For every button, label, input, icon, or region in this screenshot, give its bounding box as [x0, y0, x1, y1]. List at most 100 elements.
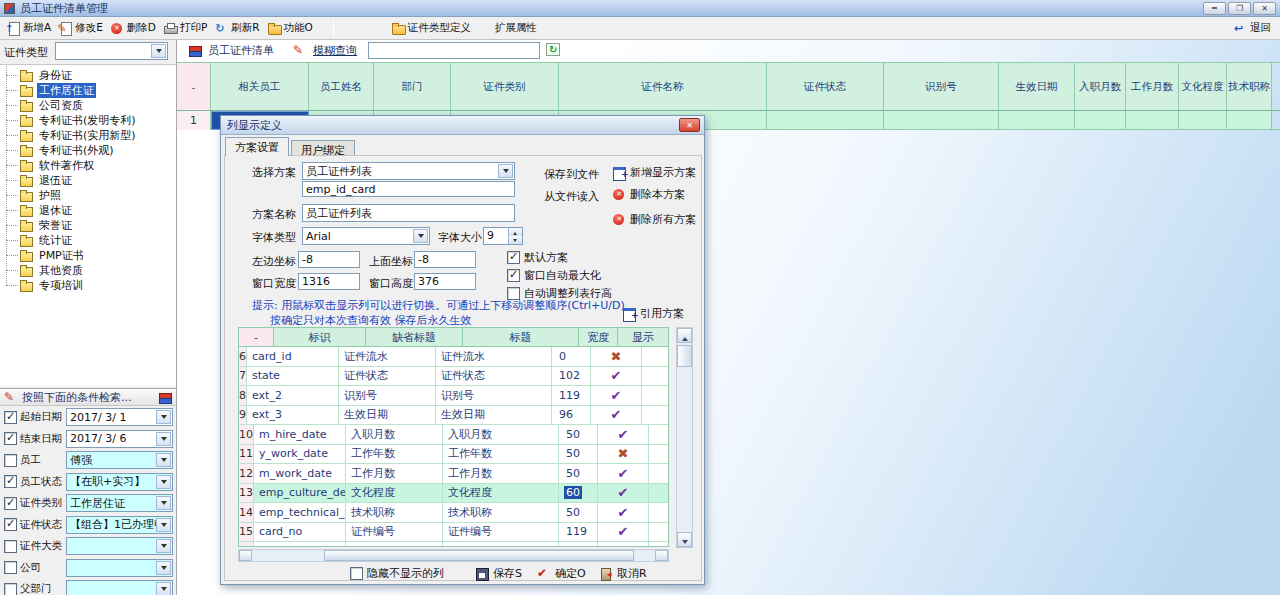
column-row[interactable]: 9 ext_3 生效日期 生效日期 96 ✔: [239, 406, 668, 426]
column-row[interactable]: 14 emp_technical_typ 技术职称 技术职称 50 ✔: [239, 503, 668, 523]
column-row[interactable]: 11 y_work_date 工作年数 工作年数 50 ✖: [239, 445, 668, 465]
column-width-value[interactable]: 50: [564, 428, 582, 441]
chevron-down-icon[interactable]: [156, 561, 171, 575]
filter-checkbox[interactable]: [4, 583, 17, 595]
chevron-down-icon[interactable]: [156, 518, 171, 532]
filter-combobox[interactable]: [66, 580, 173, 595]
column-header[interactable]: 标题: [463, 328, 579, 346]
font-size-spinner[interactable]: 9: [483, 227, 523, 245]
tree-item[interactable]: 专利证书(外观): [0, 143, 176, 158]
column-header[interactable]: 显示: [618, 328, 669, 346]
toolbar-button[interactable]: 功能O: [265, 20, 315, 36]
chevron-down-icon[interactable]: [156, 475, 171, 489]
chevron-down-icon[interactable]: [156, 582, 171, 595]
minimize-button[interactable]: ═: [1203, 2, 1226, 15]
tree-item[interactable]: 软件著作权: [0, 158, 176, 173]
fuzzy-search-input[interactable]: [368, 42, 540, 59]
visibility-mark[interactable]: ✔: [591, 406, 642, 425]
filter-combobox[interactable]: 工作居住证: [66, 494, 173, 512]
auto-maximize-checkbox[interactable]: [507, 269, 520, 282]
table-column-header[interactable]: 证件类别: [451, 63, 559, 110]
column-row[interactable]: 13 emp_culture_degr 文化程度 文化程度 60 ✔: [239, 484, 668, 504]
filter-checkbox[interactable]: [4, 561, 17, 574]
toolbar-button[interactable]: 修改E: [56, 20, 105, 36]
select-scheme-combobox[interactable]: 员工证件列表: [302, 162, 515, 180]
filter-combobox[interactable]: 【组合】1已办理申: [66, 516, 173, 534]
tree-item[interactable]: 专利证书(实用新型): [0, 128, 176, 143]
top-coord-input[interactable]: -8: [414, 251, 476, 268]
visibility-mark[interactable]: ✔: [598, 503, 649, 522]
ok-button[interactable]: 确定O: [537, 566, 586, 581]
tab-user-binding[interactable]: 用户绑定: [291, 140, 355, 156]
chevron-down-icon[interactable]: [156, 496, 171, 510]
default-scheme-checkbox[interactable]: [507, 251, 520, 264]
filter-combobox[interactable]: [66, 537, 173, 555]
column-row[interactable]: 6 card_id 证件流水 证件流水 0 ✖: [239, 347, 668, 367]
default-scheme-checkbox-row[interactable]: 默认方案: [507, 250, 568, 265]
visibility-mark[interactable]: ✔: [598, 523, 649, 542]
scroll-up-icon[interactable]: [677, 328, 692, 343]
column-header[interactable]: 标识: [274, 328, 366, 346]
column-row[interactable]: 15 card_no 证件编号 证件编号 119 ✔: [239, 523, 668, 543]
use-scheme-button[interactable]: 引用方案: [622, 306, 684, 321]
visibility-mark[interactable]: ✔: [591, 367, 642, 386]
column-width-value[interactable]: 50: [564, 467, 582, 480]
column-row[interactable]: 12 m_work_date 工作月数 工作月数 50 ✔: [239, 464, 668, 484]
tree-item[interactable]: 其他资质: [0, 263, 176, 278]
chevron-down-icon[interactable]: [156, 453, 171, 467]
column-header[interactable]: 宽度: [579, 328, 618, 346]
tree-item[interactable]: 身份证: [0, 68, 176, 83]
filter-checkbox[interactable]: [4, 432, 17, 445]
table-column-header[interactable]: 证件名称: [559, 63, 767, 110]
read-from-file-button[interactable]: 从文件读入: [544, 189, 599, 204]
save-to-file-button[interactable]: 保存到文件: [544, 167, 599, 182]
table-column-header[interactable]: 员工姓名: [309, 63, 374, 110]
toolbar-button[interactable]: 删除D: [108, 20, 158, 36]
column-width-value[interactable]: 0: [557, 350, 568, 363]
visibility-mark[interactable]: ✖: [598, 445, 649, 464]
table-column-header[interactable]: 相关员工: [211, 63, 309, 110]
table-column-header[interactable]: 文化程度: [1179, 63, 1227, 110]
hide-hidden-columns-checkbox[interactable]: [350, 567, 363, 580]
chevron-down-icon[interactable]: [151, 44, 166, 58]
panel-toggle-icon[interactable]: [158, 391, 172, 404]
table-column-header[interactable]: 技术职称: [1227, 63, 1272, 110]
visibility-mark[interactable]: ✖: [591, 347, 642, 366]
left-coord-input[interactable]: -8: [298, 251, 360, 268]
column-row[interactable]: 10 m_hire_date 入职月数 入职月数 50 ✔: [239, 425, 668, 445]
filter-checkbox[interactable]: [4, 411, 17, 424]
delete-scheme-button[interactable]: 删除本方案: [612, 187, 685, 202]
toolbar-button[interactable]: 新增A: [4, 20, 53, 36]
filter-checkbox[interactable]: [4, 497, 17, 510]
vertical-scrollbar[interactable]: [676, 327, 693, 548]
hide-hidden-columns-row[interactable]: 隐藏不显示的列: [350, 566, 444, 581]
chevron-down-icon[interactable]: [156, 410, 171, 424]
tab-employee-cert-list[interactable]: 员工证件清单: [188, 43, 274, 58]
tree-item[interactable]: 退伍证: [0, 173, 176, 188]
tree-item[interactable]: 专利证书(发明专利): [0, 113, 176, 128]
toolbar-button[interactable]: 扩展属性: [476, 20, 539, 36]
visibility-mark[interactable]: ✔: [598, 542, 649, 547]
tree-item[interactable]: 荣誉证: [0, 218, 176, 233]
column-row[interactable]: 8 ext_2 识别号 识别号 119 ✔: [239, 386, 668, 406]
save-button[interactable]: 保存S: [475, 566, 522, 581]
cert-type-combobox[interactable]: [55, 42, 168, 60]
table-column-header[interactable]: 工作月数: [1126, 63, 1179, 110]
tree-item[interactable]: 工作居住证: [0, 83, 176, 98]
tab-scheme-settings[interactable]: 方案设置: [225, 137, 289, 156]
spin-up-icon[interactable]: [509, 228, 522, 236]
scroll-thumb[interactable]: [324, 550, 634, 561]
visibility-mark[interactable]: ✔: [591, 386, 642, 405]
tab-fuzzy-search[interactable]: 模糊查询: [293, 43, 357, 58]
auto-maximize-checkbox-row[interactable]: 窗口自动最大化: [507, 268, 601, 283]
column-header[interactable]: -: [239, 328, 274, 346]
font-type-combobox[interactable]: Arial: [302, 227, 430, 245]
table-column-header[interactable]: 生效日期: [999, 63, 1075, 110]
window-height-input[interactable]: 376: [414, 273, 476, 290]
column-width-value[interactable]: 50: [564, 506, 582, 519]
maximize-button[interactable]: ❐: [1228, 2, 1251, 15]
scroll-thumb[interactable]: [677, 345, 692, 367]
column-row[interactable]: 7 state 证件状态 证件状态 102 ✔: [239, 367, 668, 387]
column-row[interactable]: 16 ✔: [239, 542, 668, 547]
dialog-close-button[interactable]: ✕: [679, 118, 700, 132]
